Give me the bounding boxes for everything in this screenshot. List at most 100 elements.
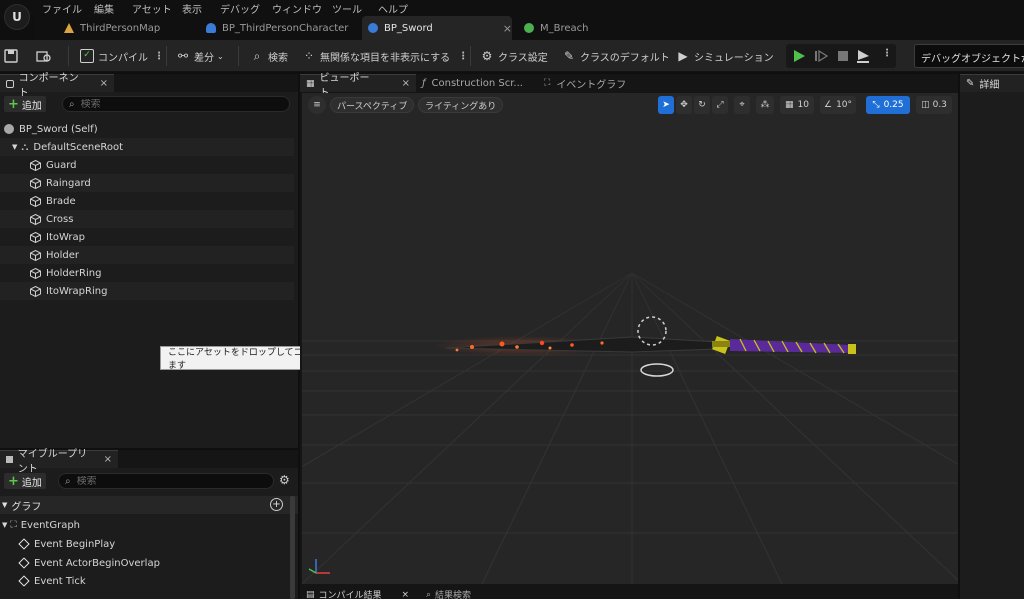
cursor-icon: ➤ [662,100,670,110]
doc-tab-thirdpersonmap[interactable]: ThirdPersonMap [64,16,204,40]
select-tool-button[interactable]: ➤ [658,96,674,114]
add-blueprint-member-button[interactable]: + 追加 [4,473,46,489]
menu-tools[interactable]: ツール [332,1,362,16]
tab-event-graph[interactable]: ⛶ イベントグラフ [538,74,648,92]
tree-item-defaultsceneroot[interactable]: ▼ ⛬ DefaultSceneRoot [0,138,294,156]
function-icon: ƒ [422,77,426,89]
menu-asset[interactable]: アセット [132,1,172,16]
event-icon [18,538,30,550]
event-beginplay-item[interactable]: Event BeginPlay [18,535,115,553]
compile-button[interactable]: ✓ コンパイル ⋮ [80,46,164,66]
browse-button[interactable] [36,46,52,66]
search-button[interactable]: ⌕ 検索 [250,46,288,66]
save-icon [4,49,18,63]
hide-options-icon[interactable]: ⋮ [458,51,468,62]
menu-edit[interactable]: 編集 [94,1,114,16]
viewport-panel: ▦ ビューポート × ƒ Construction Scr... ⛶ イベントグ… [300,73,958,599]
compile-options-icon[interactable]: ⋮ [154,51,164,62]
menu-file[interactable]: ファイル [42,1,82,16]
menu-view[interactable]: 表示 [182,1,202,16]
details-tab-row: ✎ 詳細 [960,74,1024,92]
scrollbar[interactable] [290,496,295,599]
diff-button[interactable]: ⚯ 差分 ⌄ [176,46,224,66]
close-icon[interactable]: × [402,590,410,599]
tab-find-results[interactable]: ⌕ 結果検索 [426,588,471,599]
save-button[interactable] [4,46,18,66]
tree-item-raingard[interactable]: Raingard [0,174,294,192]
play-icon[interactable] [792,49,806,63]
grid-snap-button[interactable]: ▦ 10 [780,96,814,114]
grid-icon: ▦ [785,100,794,110]
doc-tab-bp-sword[interactable]: BP_Sword × [362,16,512,40]
camera-speed-button[interactable]: ◫ 0.3 [916,96,952,114]
gear-icon[interactable]: ⚙ [279,473,290,487]
simulation-button[interactable]: ▶ シミュレーション [676,46,773,66]
tree-item-itowrap[interactable]: ItoWrap [0,228,294,246]
event-actorbeginoverlap-item[interactable]: Event ActorBeginOverlap [18,554,160,572]
perspective-button[interactable]: パースペクティブ [330,97,415,113]
static-mesh-icon [30,285,41,297]
world-local-button[interactable]: ⌖ [734,96,750,114]
tree-item-itowrapring[interactable]: ItoWrapRing [0,282,294,300]
components-search[interactable]: ⌕ [62,96,290,112]
eject-icon[interactable] [856,49,870,63]
tree-item-cross[interactable]: Cross [0,210,294,228]
close-icon[interactable]: × [104,454,112,465]
event-graph-item[interactable]: ▼ ⛶ EventGraph [2,516,80,534]
hide-unrelated-button[interactable]: ⁘ 無関係な項目を非表示にする ⋮ [302,46,468,66]
tree-item-self[interactable]: BP_Sword (Self) [0,120,294,138]
material-icon [524,23,534,33]
stop-icon[interactable] [836,49,850,63]
book-icon [6,456,13,463]
doc-tab-bp-thirdpersoncharacter[interactable]: BP_ThirdPersonCharacter [206,16,360,40]
close-icon[interactable]: × [402,78,410,89]
tree-item-holderring[interactable]: HolderRing [0,264,294,282]
tab-viewport[interactable]: ▦ ビューポート × [300,73,416,99]
components-icon [6,79,14,88]
tab-details[interactable]: ✎ 詳細 [960,74,1024,92]
static-mesh-icon [30,195,41,207]
add-component-button[interactable]: + 追加 [4,96,46,112]
search-icon: ⌕ [69,98,75,110]
class-settings-button[interactable]: ⚙ クラス設定 [480,46,548,66]
doc-tab-m-breach[interactable]: M_Breach [524,16,644,40]
unreal-logo-icon: U [4,4,30,30]
class-defaults-button[interactable]: ✎ クラスのデフォルト [562,46,670,66]
tree-item-brade[interactable]: Brade [0,192,294,210]
my-blueprint-search[interactable]: ⌕ [58,473,274,489]
close-tab-icon[interactable]: × [503,22,512,35]
gear-icon: ⚙ [481,49,493,63]
graph-section-header[interactable]: ▼ グラフ + [0,496,298,514]
scale-snap-button[interactable]: ⤡ 0.25 [866,96,910,114]
hamburger-icon: ≡ [313,100,321,110]
tree-item-guard[interactable]: Guard [0,156,294,174]
viewport-menu-button[interactable]: ≡ [308,96,326,114]
menu-bar: ファイル 編集 アセット 表示 デバッグ ウィンドウ ツール ヘルプ [0,0,1024,16]
menu-debug[interactable]: デバッグ [220,1,260,16]
tab-components[interactable]: コンポーネント × [0,73,114,99]
close-icon[interactable]: × [100,78,108,89]
rotation-snap-button[interactable]: ∠ 10° [820,96,856,114]
lighting-button[interactable]: ライティングあり [418,97,504,113]
rotate-tool-button[interactable]: ↻ [694,96,710,114]
menu-window[interactable]: ウィンドウ [272,1,322,16]
expand-arrow-icon[interactable]: ▼ [12,143,17,151]
debug-object-select[interactable]: デバッグオブジェクトが選 [914,44,1024,68]
components-panel: コンポーネント × + 追加 ⌕ BP_Sword (Self) ▼ ⛬ Def… [0,73,298,448]
translate-tool-button[interactable]: ✥ [676,96,692,114]
add-graph-icon[interactable]: + [270,498,283,511]
compile-results-icon: ▤ [306,589,315,599]
event-tick-item[interactable]: Event Tick [18,572,86,590]
my-blueprint-search-input[interactable] [76,475,273,487]
viewport-canvas[interactable]: ≡ パースペクティブ ライティングあり ➤ ✥ ↻ ⤢ ⌖ ⁂ ▦ 10 ∠ 1… [302,93,958,584]
scale-tool-button[interactable]: ⤢ [712,96,728,114]
menu-help[interactable]: ヘルプ [378,1,408,16]
tab-my-blueprint[interactable]: マイブループリント × [0,449,118,475]
tree-item-holder[interactable]: Holder [0,246,294,264]
step-icon[interactable] [814,49,828,63]
surface-snap-button[interactable]: ⁂ [756,96,774,114]
tab-construction-script[interactable]: ƒ Construction Scr... [416,74,538,92]
components-search-input[interactable] [80,98,289,110]
play-options-icon[interactable]: ⋮ [882,48,892,59]
tab-compile-results[interactable]: ▤ コンパイル結果 × [306,588,409,599]
